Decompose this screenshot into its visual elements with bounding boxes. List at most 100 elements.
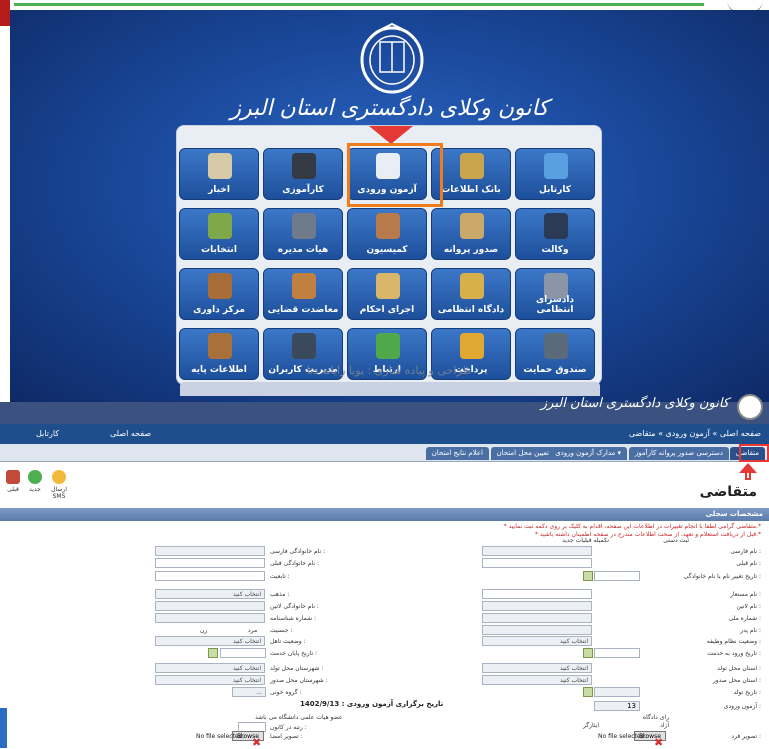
tile-icon — [208, 273, 232, 299]
exam-no-input[interactable]: 13 — [594, 701, 640, 711]
last-name-input[interactable] — [155, 546, 265, 556]
first-name-input[interactable] — [482, 546, 592, 556]
tile-10[interactable]: دادسرای انتظامی — [515, 268, 595, 320]
tile-icon — [460, 153, 484, 179]
tile-icon — [208, 333, 232, 359]
tab-license-access[interactable]: دسترسی صدور پروانه کارآموز — [628, 447, 729, 460]
tile-icon — [292, 153, 316, 179]
issue-city-label: شهرستان محل صدور : — [270, 677, 328, 684]
religion-select[interactable]: انتخاب کنید — [155, 589, 265, 599]
corner-red-tab — [0, 0, 10, 26]
issue-city-select[interactable]: انتخاب کنید — [155, 675, 265, 685]
tile-label: کارآموزی — [282, 185, 324, 195]
tab-exam-results[interactable]: اعلام نتایج امتحان — [425, 447, 489, 460]
tile-11[interactable]: دادگاه انتظامی — [431, 268, 511, 320]
nationality-label: تابعیت : — [270, 573, 290, 580]
calendar-icon[interactable] — [583, 571, 593, 581]
latin-first-input[interactable] — [482, 601, 592, 611]
id-no-label: شماره شناسنامه : — [270, 615, 316, 622]
tile-label: وکالت — [541, 245, 569, 255]
radio-female[interactable]: زن — [200, 627, 207, 634]
tile-label: مرکز داوری — [193, 305, 245, 315]
plus-icon — [28, 470, 42, 484]
photo-file-status: No file selected. — [598, 733, 647, 740]
tile-0[interactable]: کارتابل — [515, 148, 595, 200]
prev-last-label: نام خانوادگی قبلی : — [270, 560, 320, 567]
tile-label: اجرای احکام — [359, 305, 415, 315]
tab-highlight — [739, 444, 769, 462]
photo-delete-icon[interactable]: ✖ — [654, 736, 663, 749]
photo-label: تصویر فرد : — [731, 733, 761, 740]
bar-association-emblem-icon — [360, 22, 424, 94]
prev-last-input[interactable] — [155, 558, 265, 568]
religion-label: مذهب : — [270, 591, 290, 598]
new-button[interactable]: جدید — [24, 470, 46, 493]
latin-last-input[interactable] — [155, 601, 265, 611]
birth-province-select[interactable]: انتخاب کنید — [482, 663, 592, 673]
green-line — [14, 3, 704, 6]
tile-12[interactable]: اجرای احکام — [347, 268, 427, 320]
tile-icon — [376, 333, 400, 359]
birth-date-input[interactable] — [594, 687, 640, 697]
father-label: نام پدر : — [740, 627, 761, 634]
tile-4[interactable]: اخبار — [179, 148, 259, 200]
national-id-input[interactable] — [482, 613, 592, 623]
section-header: مشخصات سجلی — [0, 508, 769, 521]
id-no-input[interactable] — [155, 613, 265, 623]
nationality-input[interactable] — [155, 571, 265, 581]
marital-select[interactable]: انتخاب کنید — [155, 636, 265, 646]
blood-select[interactable]: ... — [232, 687, 266, 697]
tile-label: اخبار — [208, 185, 230, 195]
tab-exam-location[interactable]: تعیین محل امتحان — [490, 447, 555, 460]
prev-name-input[interactable] — [482, 558, 592, 568]
send-sms-button[interactable]: ارسال SMS — [48, 470, 70, 500]
calendar-icon[interactable] — [208, 648, 218, 658]
birth-date-label: تاریخ تولد : — [733, 689, 761, 696]
tile-8[interactable]: هیات مدیره — [263, 208, 343, 260]
radio-veteran[interactable]: ایثارگر — [583, 722, 599, 729]
designer-credit: طراحی و پیاده سازی : پویا رایانه دنا — [306, 364, 472, 377]
print-button[interactable]: قبلی — [2, 470, 24, 493]
signature-delete-icon[interactable]: ✖ — [252, 736, 261, 749]
birth-city-label: شهرستان محل تولد : — [270, 665, 324, 672]
change-date-input[interactable] — [594, 571, 640, 581]
father-input[interactable] — [482, 625, 592, 635]
national-id-label: شماره ملی : — [728, 615, 761, 622]
tile-1[interactable]: بانک اطلاعات — [431, 148, 511, 200]
tile-13[interactable]: معاضدت قضایی — [263, 268, 343, 320]
tile-icon — [544, 213, 568, 239]
tile-7[interactable]: کمیسیون — [347, 208, 427, 260]
calendar-icon[interactable] — [583, 687, 593, 697]
tile-5[interactable]: وکالت — [515, 208, 595, 260]
calendar-icon[interactable] — [583, 648, 593, 658]
birth-city-select[interactable]: انتخاب کنید — [155, 663, 265, 673]
tile-6[interactable]: صدور پروانه — [431, 208, 511, 260]
blood-label: گروه خونی : — [270, 689, 302, 696]
issue-province-select[interactable]: انتخاب کنید — [482, 675, 592, 685]
tile-label: کارتابل — [539, 185, 571, 195]
tile-3[interactable]: کارآموزی — [263, 148, 343, 200]
cartable-link[interactable]: کارتابل — [36, 429, 59, 438]
military-select[interactable]: انتخاب کنید — [482, 636, 592, 646]
last-name-label: نام خانوادگی فارسی : — [270, 548, 326, 555]
manual-register-checkbox[interactable]: ثبت دستی — [663, 537, 689, 544]
radio-free[interactable]: آزاد — [660, 722, 669, 729]
tile-icon — [292, 333, 316, 359]
alias-input[interactable] — [482, 589, 592, 599]
tab-exam-documents[interactable]: مدارک آزمون ورودی ▾ — [549, 447, 627, 460]
tile-icon — [544, 153, 568, 179]
tabs-row: متقاضی دسترسی صدور پروانه کارآموز مدارک … — [0, 444, 769, 462]
end-date-input[interactable] — [220, 648, 266, 658]
red-arrow-down-icon — [369, 126, 413, 144]
radio-male[interactable]: مرد — [248, 627, 257, 634]
service-date-input[interactable] — [594, 648, 640, 658]
tile-label: صدور پروانه — [443, 245, 499, 255]
radio-court[interactable]: رای دادگاه — [643, 714, 669, 721]
tile-14[interactable]: مرکز داوری — [179, 268, 259, 320]
home-link[interactable]: صفحه اصلی — [110, 429, 151, 438]
prev-name-label: نام قبلی : — [736, 560, 761, 567]
faculty-checkbox[interactable]: عضو هیات علمی دانشگاه می باشد — [255, 714, 342, 721]
complete-checkbox[interactable]: تکمیله قبلیات جدید — [562, 537, 609, 544]
tile-9[interactable]: انتخابات — [179, 208, 259, 260]
band-emblem-icon — [737, 394, 763, 420]
